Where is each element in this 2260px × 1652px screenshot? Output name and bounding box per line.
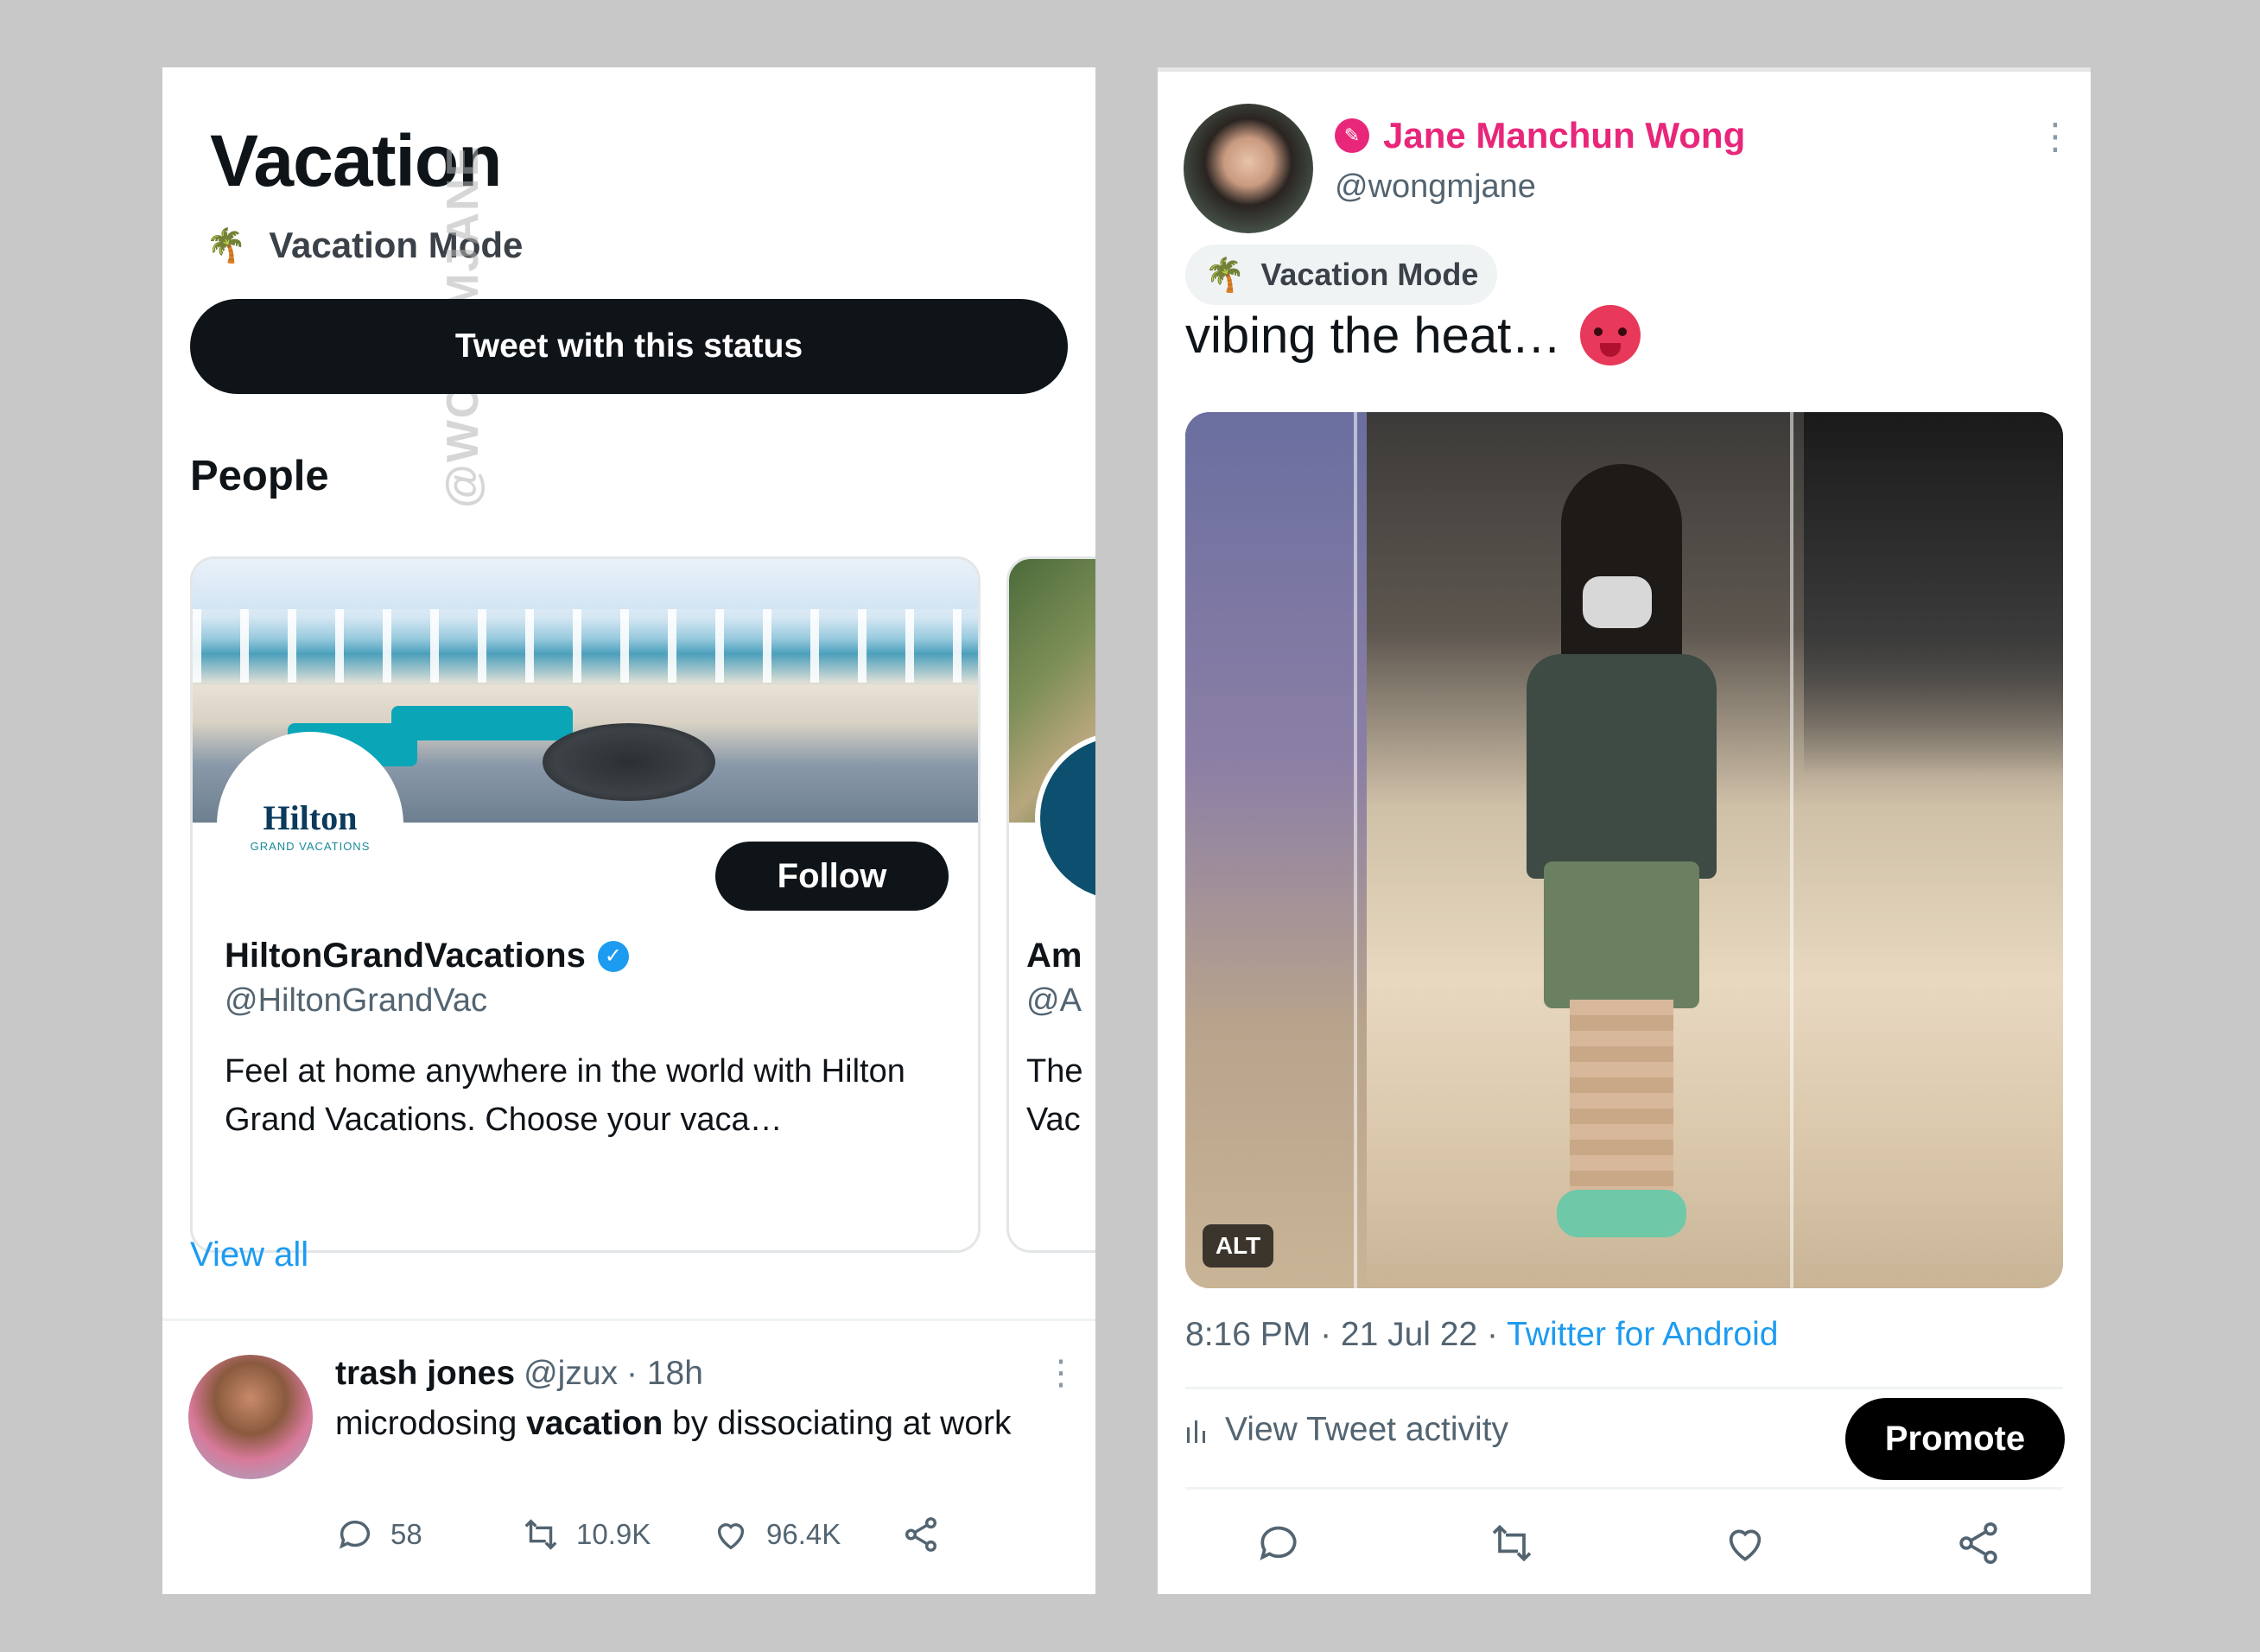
tweet-header: trash jones @jzux · 18h xyxy=(335,1355,703,1393)
status-chip[interactable]: 🌴 Vacation Mode xyxy=(1185,245,1498,305)
card-handle: @A xyxy=(1026,982,1082,1019)
palm-tree-icon: 🌴 xyxy=(1204,255,1246,294)
photo-dark-area xyxy=(1804,412,2063,775)
people-heading: People xyxy=(190,453,329,499)
author-handle[interactable]: @wongmjane xyxy=(1335,168,1536,206)
view-all-link[interactable]: View all xyxy=(190,1236,308,1274)
tweet-photo[interactable]: ALT xyxy=(1185,412,2063,1288)
card-display-name[interactable]: HiltonGrandVacations xyxy=(225,937,586,975)
banner-railing xyxy=(193,609,978,683)
follow-button[interactable]: Follow xyxy=(715,842,949,911)
view-activity-label: View Tweet activity xyxy=(1225,1411,1509,1448)
heart-icon[interactable] xyxy=(1721,1519,1769,1567)
reply-button[interactable]: 58 xyxy=(335,1515,521,1554)
author-display-name[interactable]: Jane Manchun Wong xyxy=(1383,115,1745,156)
tweet-text-part: by dissociating at work xyxy=(663,1405,1012,1442)
tweet-client-link[interactable]: Twitter for Android xyxy=(1507,1316,1778,1353)
tweet-author-name[interactable]: trash jones xyxy=(335,1355,515,1393)
divider xyxy=(1185,1487,2063,1490)
tweet-text-part: microdosing xyxy=(335,1405,527,1442)
analytics-icon xyxy=(1187,1420,1205,1443)
photo-menu-wall xyxy=(1185,412,1367,1288)
person-shorts xyxy=(1544,861,1699,1008)
banner-firepit xyxy=(543,723,715,801)
status-text: Vacation Mode xyxy=(1260,257,1479,292)
hilton-logo-word: Hilton xyxy=(263,798,358,837)
status-badge-icon: ✎ xyxy=(1335,118,1369,153)
author-name-row: ✎ Jane Manchun Wong xyxy=(1335,115,1745,156)
reply-count: 58 xyxy=(390,1518,422,1550)
tweet-with-status-button[interactable]: Tweet with this status xyxy=(190,299,1068,394)
tweet-detail-panel: ✎ Jane Manchun Wong @wongmjane ⋮ 🌴 Vacat… xyxy=(1158,67,2091,1594)
promote-button[interactable]: Promote xyxy=(1845,1398,2065,1480)
tweet-text: vibing the heat… xyxy=(1185,307,1562,364)
reply-icon[interactable] xyxy=(1254,1519,1303,1567)
photo-mirror-edge xyxy=(1790,412,1793,1288)
user-card-partial[interactable]: Am @A The Vac xyxy=(1006,556,1095,1253)
card-display-name[interactable]: Am xyxy=(1026,937,1082,975)
card-bio: The Vac xyxy=(1026,1047,1082,1144)
avatar[interactable] xyxy=(188,1355,313,1479)
tweet-time: · 18h xyxy=(626,1355,703,1392)
card-bio-line: Vac xyxy=(1026,1102,1081,1138)
avatar[interactable] xyxy=(1184,104,1313,233)
tweet-actions: 58 10.9K 96.4K xyxy=(335,1515,941,1554)
reply-icon xyxy=(339,1520,371,1549)
person-mask xyxy=(1583,576,1652,628)
share-icon xyxy=(905,1517,937,1552)
retweet-icon xyxy=(524,1519,557,1550)
more-options-icon[interactable]: ⋮ xyxy=(2037,115,2073,157)
tweet-metadata: 8:16 PM · 21 Jul 22 · Twitter for Androi… xyxy=(1185,1316,1778,1354)
share-icon[interactable] xyxy=(1954,1519,2003,1567)
more-options-icon[interactable]: ⋮ xyxy=(1044,1353,1078,1393)
retweet-count: 10.9K xyxy=(576,1518,651,1550)
tweet-text: microdosing vacation by dissociating at … xyxy=(335,1400,1044,1448)
share-button[interactable] xyxy=(901,1515,941,1554)
card-bio: Feel at home anywhere in the world with … xyxy=(225,1053,905,1138)
hilton-avatar[interactable]: Hilton GRAND VACATIONS xyxy=(217,732,403,918)
retweet-icon[interactable] xyxy=(1488,1519,1536,1567)
card-name-row: HiltonGrandVacations ✓ xyxy=(225,937,629,975)
photo-person xyxy=(1509,464,1734,1242)
banner-sofa xyxy=(391,706,573,740)
tweet-author-handle[interactable]: @jzux xyxy=(524,1355,618,1393)
heart-icon xyxy=(717,1523,745,1550)
retweet-button[interactable]: 10.9K xyxy=(521,1515,711,1554)
photo-mirror-edge xyxy=(1354,412,1357,1288)
card-bio-line: The xyxy=(1026,1053,1083,1090)
view-tweet-activity[interactable]: View Tweet activity xyxy=(1185,1411,1508,1449)
divider xyxy=(162,1318,1095,1321)
hilton-logo-sub: GRAND VACATIONS xyxy=(250,840,371,853)
hot-face-icon xyxy=(1580,305,1641,365)
divider xyxy=(1185,1387,2063,1389)
user-card-hilton[interactable]: Hilton GRAND VACATIONS Follow HiltonGran… xyxy=(190,556,981,1253)
tweet-text-highlight: vacation xyxy=(526,1405,663,1442)
status-explore-panel: Vacation 🌴 Vacation Mode @WONGMJANE Twee… xyxy=(162,67,1095,1594)
person-shoes xyxy=(1557,1190,1686,1237)
like-button[interactable]: 96.4K xyxy=(711,1515,901,1554)
palm-tree-icon: 🌴 xyxy=(206,226,247,264)
person-legs-pixelated xyxy=(1570,1000,1673,1207)
tweet-timestamp: 8:16 PM · 21 Jul 22 · xyxy=(1185,1316,1508,1353)
person-shirt xyxy=(1527,654,1717,879)
verified-badge-icon: ✓ xyxy=(597,940,629,972)
like-count: 96.4K xyxy=(766,1518,841,1550)
tweet-text-row: vibing the heat… xyxy=(1185,305,1641,365)
card-handle: @HiltonGrandVac xyxy=(225,982,487,1019)
alt-text-badge[interactable]: ALT xyxy=(1203,1224,1273,1268)
